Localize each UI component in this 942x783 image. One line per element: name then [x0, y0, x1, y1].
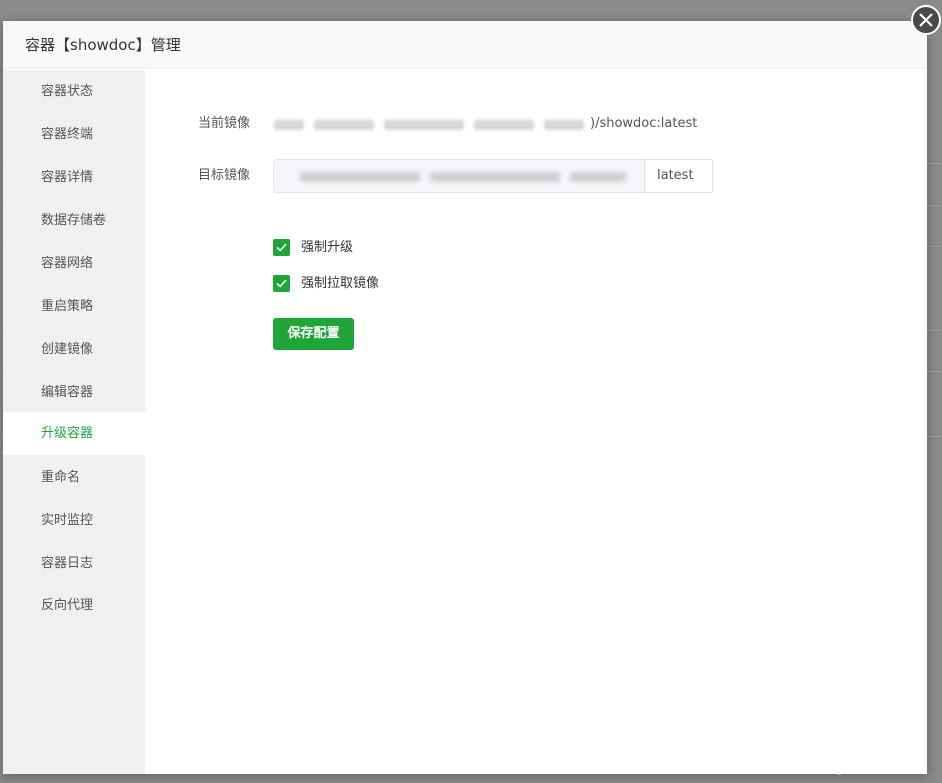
force-pull-label: 强制拉取镜像 [301, 276, 380, 291]
sidebar-item-edit-container[interactable]: 编辑容器 [3, 371, 145, 414]
sidebar-item-container-details[interactable]: 容器详情 [3, 156, 145, 199]
target-image-input-group: latest [273, 159, 713, 193]
close-button[interactable] [911, 5, 941, 35]
redacted-text [314, 120, 374, 130]
container-manage-modal: 容器【showdoc】管理 容器状态 容器终端 容器详情 数据存储卷 容器网络 … [3, 21, 927, 774]
sidebar-item-container-status[interactable]: 容器状态 [3, 70, 145, 113]
modal-header: 容器【showdoc】管理 [3, 21, 927, 69]
redacted-text [474, 120, 534, 130]
sidebar-item-create-image[interactable]: 创建镜像 [3, 328, 145, 371]
modal-title: 容器【showdoc】管理 [25, 36, 181, 54]
redacted-text [384, 120, 464, 130]
redacted-text [274, 120, 304, 130]
sidebar: 容器状态 容器终端 容器详情 数据存储卷 容器网络 重启策略 创建镜像 编辑容器… [3, 70, 145, 774]
save-config-button[interactable]: 保存配置 [273, 318, 354, 350]
sidebar-item-reverse-proxy[interactable]: 反向代理 [3, 584, 145, 627]
close-icon [919, 13, 933, 27]
force-pull-checkbox[interactable] [273, 275, 290, 292]
sidebar-item-container-network[interactable]: 容器网络 [3, 242, 145, 285]
sidebar-item-realtime-monitor[interactable]: 实时监控 [3, 499, 145, 542]
current-image-suffix: )/showdoc:latest [590, 116, 698, 131]
sidebar-item-container-terminal[interactable]: 容器终端 [3, 113, 145, 156]
sidebar-item-upgrade-container[interactable]: 升级容器 [3, 412, 145, 455]
redacted-text [544, 120, 584, 130]
redacted-text [430, 172, 560, 182]
upgrade-container-panel: 当前镜像 )/showdoc:latest 目标镜像 latest 强制升级 强… [145, 70, 927, 774]
redacted-text [300, 172, 420, 182]
target-image-label: 目标镜像 [198, 168, 251, 183]
force-upgrade-checkbox[interactable] [273, 239, 290, 256]
sidebar-item-rename[interactable]: 重命名 [3, 456, 145, 499]
current-image-label: 当前镜像 [198, 116, 251, 131]
sidebar-item-data-volumes[interactable]: 数据存储卷 [3, 199, 145, 242]
force-upgrade-label: 强制升级 [301, 240, 354, 255]
current-image-value: )/showdoc:latest [268, 114, 698, 134]
target-tag-select[interactable]: latest [644, 159, 713, 193]
redacted-text [570, 172, 626, 182]
target-image-input[interactable] [273, 159, 645, 193]
sidebar-item-restart-policy[interactable]: 重启策略 [3, 285, 145, 328]
watermark: CSDN @小夏卷编程 [784, 758, 922, 776]
check-icon [276, 279, 287, 288]
sidebar-item-container-logs[interactable]: 容器日志 [3, 542, 145, 585]
check-icon [276, 243, 287, 252]
